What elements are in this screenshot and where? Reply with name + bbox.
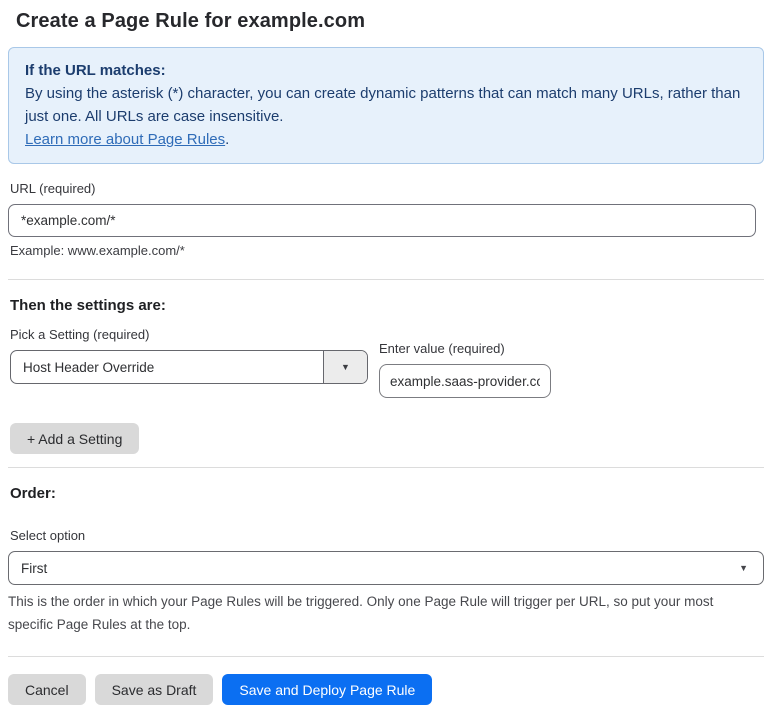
order-help-text: This is the order in which your Page Rul…: [8, 594, 714, 632]
order-select-value: First: [21, 560, 48, 576]
order-section-heading: Order:: [10, 485, 56, 502]
order-select[interactable]: First ▼: [8, 551, 764, 585]
info-box-heading: If the URL matches:: [25, 62, 166, 79]
add-setting-button[interactable]: + Add a Setting: [10, 423, 140, 454]
chevron-down-icon[interactable]: ▼: [323, 351, 367, 383]
setting-value-input[interactable]: [379, 364, 551, 398]
page-title: Create a Page Rule for example.com: [16, 10, 366, 32]
settings-section-heading: Then the settings are:: [10, 297, 166, 314]
chevron-down-icon: ▼: [739, 563, 748, 573]
setting-picker-select[interactable]: Host Header Override ▼: [10, 350, 368, 384]
url-input[interactable]: [8, 204, 756, 237]
info-box-body: By using the asterisk (*) character, you…: [25, 85, 741, 125]
setting-picker-value: Host Header Override: [23, 359, 155, 375]
setting-value-label: Enter value (required): [379, 341, 505, 356]
setting-picker-column: Pick a Setting (required) Host Header Ov…: [10, 327, 368, 384]
settings-row: Pick a Setting (required) Host Header Ov…: [10, 327, 772, 398]
divider: [8, 467, 764, 468]
cancel-button[interactable]: Cancel: [8, 674, 86, 705]
learn-more-link[interactable]: Learn more about Page Rules: [25, 131, 225, 148]
save-and-deploy-button[interactable]: Save and Deploy Page Rule: [222, 674, 433, 705]
url-match-info-box: If the URL matches: By using the asteris…: [8, 47, 764, 164]
divider: [8, 656, 764, 657]
info-box-link-line: Learn more about Page Rules.: [25, 128, 747, 151]
url-field-label: URL (required): [10, 181, 96, 196]
save-as-draft-button[interactable]: Save as Draft: [94, 674, 214, 705]
setting-picker-label: Pick a Setting (required): [10, 327, 150, 342]
setting-value-column: Enter value (required): [379, 341, 551, 398]
create-page-rule-form: Create a Page Rule for example.com If th…: [0, 10, 772, 705]
form-actions: Cancel Save as Draft Save and Deploy Pag…: [8, 674, 772, 705]
divider: [8, 279, 764, 280]
url-example-text: Example: www.example.com/*: [10, 243, 185, 258]
link-suffix: .: [225, 131, 230, 148]
order-select-label: Select option: [10, 528, 86, 543]
